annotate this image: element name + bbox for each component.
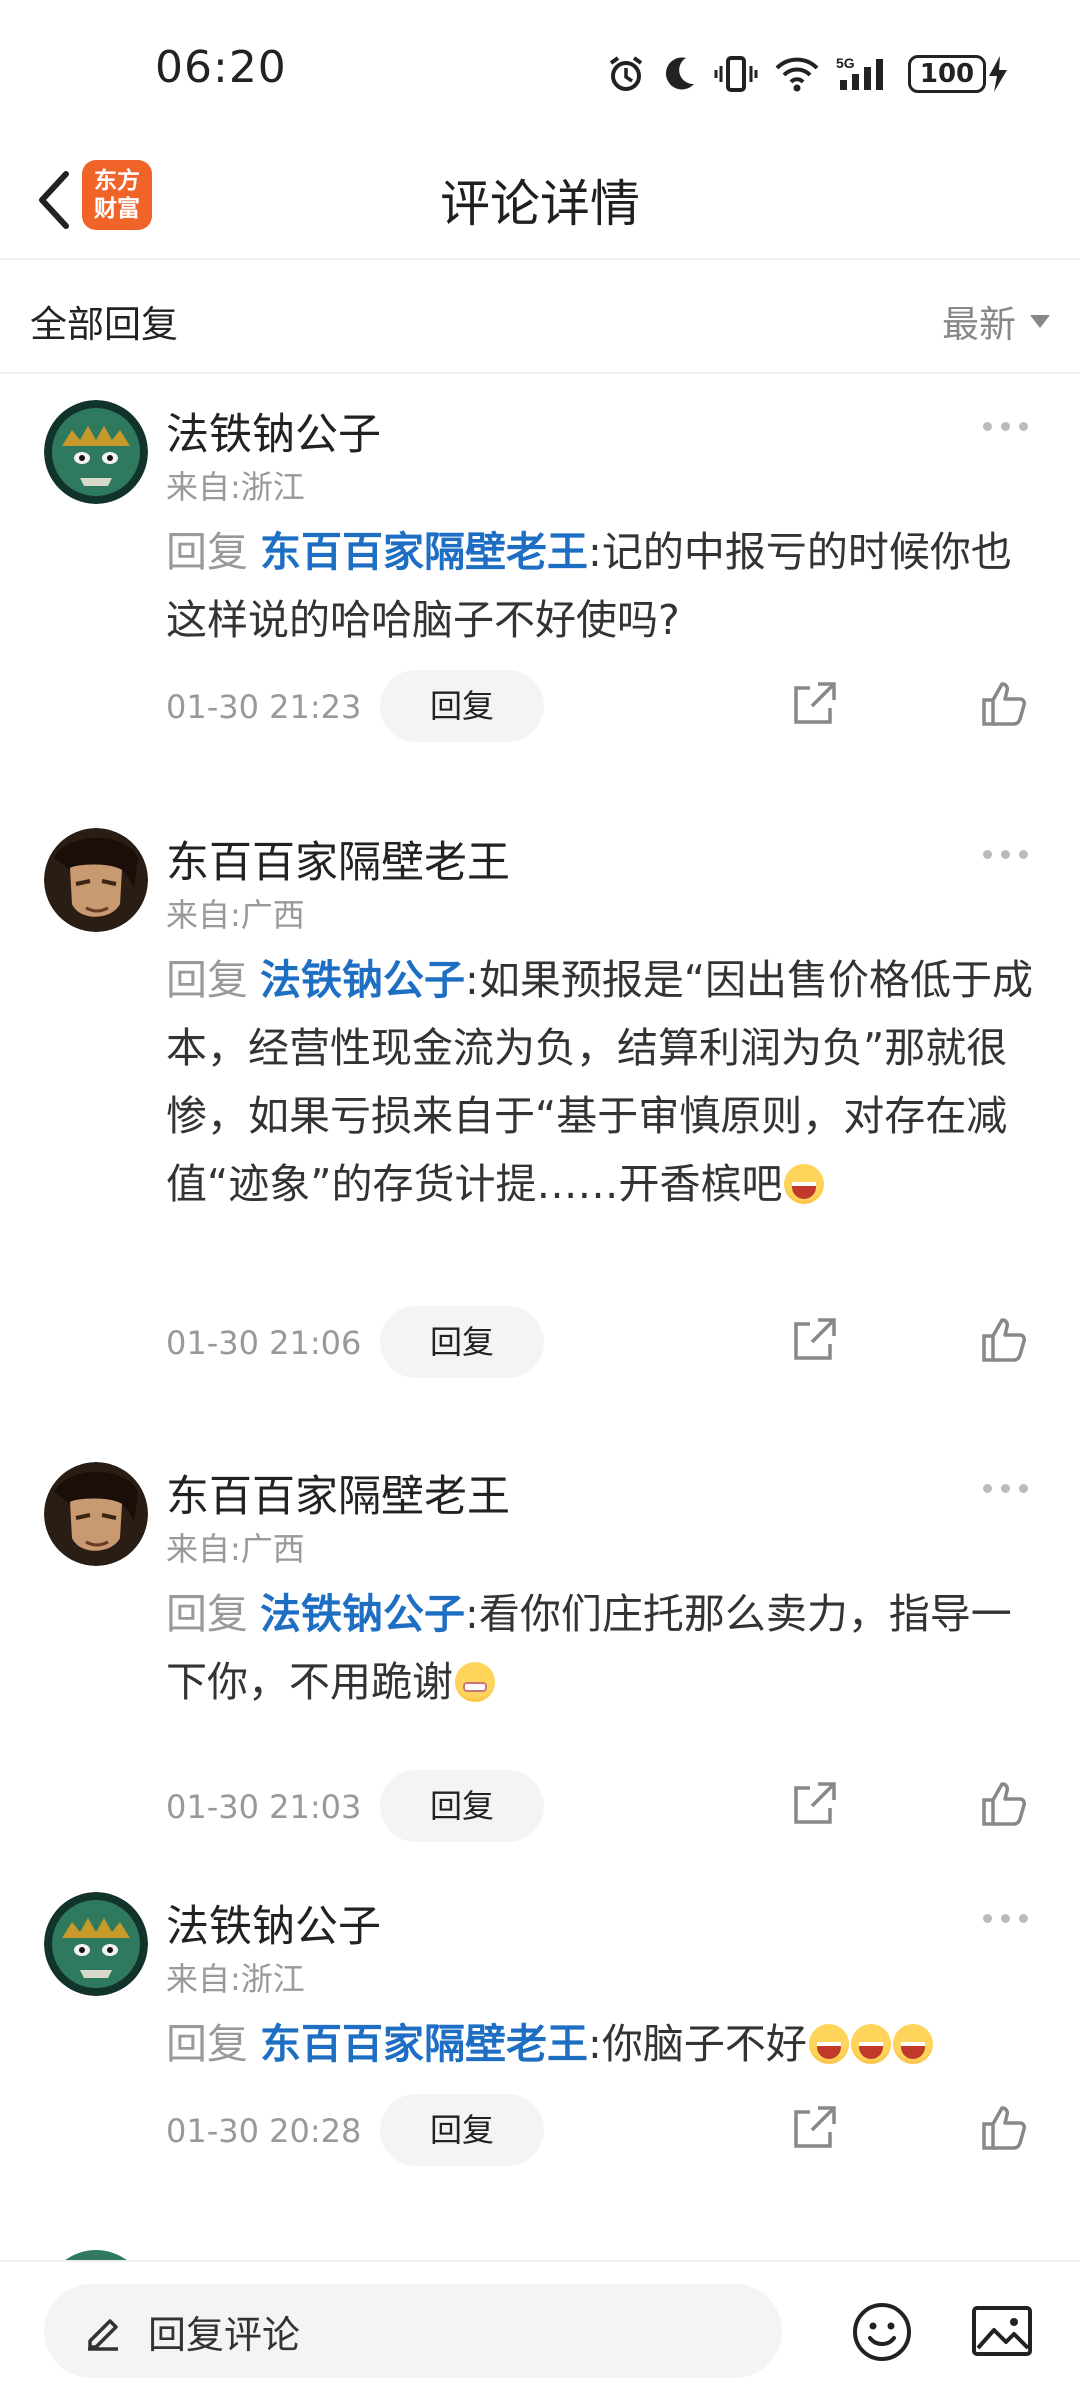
pencil-icon xyxy=(88,2319,118,2351)
reply-button[interactable]: 回复 xyxy=(380,2094,544,2166)
avatar[interactable] xyxy=(44,828,148,932)
reply-input-placeholder: 回复评论 xyxy=(148,2312,301,2357)
comment-text: 回复 东百百家隔壁老王:记的中报亏的时候你也这样说的哈哈脑子不好使吗? xyxy=(166,518,1046,654)
comment-meta: 01-30 20:28 回复 xyxy=(166,2094,1046,2166)
comment-location: 来自:广西 xyxy=(166,1530,305,1568)
laughing-emoji-icon xyxy=(892,2024,933,2064)
more-options-button[interactable] xyxy=(983,1484,1028,1493)
status-time: 06:20 xyxy=(155,42,287,93)
comment-content: :你脑子不好 xyxy=(588,2020,807,2068)
comment-author[interactable]: 东百百家隔壁老王 xyxy=(166,828,510,890)
reply-prefix: 回复 xyxy=(166,1590,248,1638)
comment-date: 01-30 20:28 xyxy=(166,2112,362,2150)
reply-prefix: 回复 xyxy=(166,528,248,576)
caret-down-icon xyxy=(1030,314,1050,328)
grinning-emoji-icon xyxy=(455,1662,495,1702)
share-icon[interactable] xyxy=(790,2104,838,2152)
avatar[interactable] xyxy=(44,1462,148,1566)
comment-meta: 01-30 21:03 回复 xyxy=(166,1770,1046,1842)
comment-location: 来自:广西 xyxy=(166,896,305,934)
reply-to-user[interactable]: 法铁钠公子 xyxy=(260,956,465,1004)
status-bar: 06:20 5G 100 xyxy=(0,0,1080,140)
image-button[interactable] xyxy=(970,2302,1034,2362)
thumbs-up-icon[interactable] xyxy=(980,1314,1030,1364)
comment-location: 来自:浙江 xyxy=(166,1960,305,1998)
comment-item: 法铁钠公子 来自:浙江 回复 东百百家隔壁老王:记的中报亏的时候你也这样说的哈哈脑… xyxy=(0,400,1080,760)
reply-to-user[interactable]: 法铁钠公子 xyxy=(260,1590,465,1638)
reply-prefix: 回复 xyxy=(166,956,248,1004)
thumbs-up-icon[interactable] xyxy=(980,678,1030,728)
reply-prefix: 回复 xyxy=(166,2020,248,2068)
reply-comment-input[interactable]: 回复评论 xyxy=(44,2284,782,2378)
comment-text: 回复 东百百家隔壁老王:你脑子不好 xyxy=(166,2010,1046,2078)
share-icon[interactable] xyxy=(790,1780,838,1828)
vibrate-icon xyxy=(714,56,758,92)
thumbs-up-icon[interactable] xyxy=(980,1778,1030,1828)
avatar[interactable] xyxy=(44,1892,148,1996)
comment-date: 01-30 21:03 xyxy=(166,1788,362,1826)
signal-5g-icon: 5G xyxy=(836,55,883,90)
share-icon[interactable] xyxy=(790,1316,838,1364)
filter-bar: 全部回复 最新 xyxy=(0,262,1080,374)
sort-dropdown[interactable]: 最新 xyxy=(942,294,1050,348)
battery-indicator: 100 xyxy=(908,54,1010,94)
title-bar: 东方 财富 评论详情 xyxy=(0,140,1080,260)
reply-button[interactable]: 回复 xyxy=(380,1770,544,1842)
comment-item: 法铁钠公子 来自:浙江 回复 东百百家隔壁老王:你脑子不好 01-30 20:28… xyxy=(0,1892,1080,2222)
comment-author[interactable]: 法铁钠公子 xyxy=(166,1892,381,1954)
comment-location: 来自:浙江 xyxy=(166,468,305,506)
comment-text: 回复 法铁钠公子:如果预报是“因出售价格低于成本，经营性现金流为负，结算利润为负”… xyxy=(166,946,1046,1218)
alarm-icon xyxy=(609,56,643,91)
more-options-button[interactable] xyxy=(983,850,1028,859)
comment-author[interactable]: 法铁钠公子 xyxy=(166,400,381,462)
comment-date: 01-30 21:23 xyxy=(166,688,362,726)
comment-date: 01-30 21:06 xyxy=(166,1324,362,1362)
reply-button[interactable]: 回复 xyxy=(380,670,544,742)
battery-level: 100 xyxy=(908,55,986,93)
charging-icon xyxy=(989,56,1007,92)
moon-icon xyxy=(665,57,694,90)
emoji-button[interactable] xyxy=(850,2300,914,2364)
page-title: 评论详情 xyxy=(440,175,640,233)
comment-meta: 01-30 21:06 回复 xyxy=(166,1306,1046,1378)
laughing-emoji-icon xyxy=(784,1164,825,1204)
all-replies-label: 全部回复 xyxy=(30,303,178,346)
laughing-emoji-icon xyxy=(808,2024,849,2064)
reply-button[interactable]: 回复 xyxy=(380,1306,544,1378)
comment-meta: 01-30 21:23 回复 xyxy=(166,670,1046,742)
sort-label: 最新 xyxy=(942,303,1016,346)
more-options-button[interactable] xyxy=(983,422,1028,431)
reply-to-user[interactable]: 东百百家隔壁老王 xyxy=(260,2020,588,2068)
status-icons: 5G 100 xyxy=(606,50,1010,98)
svg-text:5G: 5G xyxy=(836,55,855,71)
reply-to-user[interactable]: 东百百家隔壁老王 xyxy=(260,528,588,576)
bottom-bar: 回复评论 xyxy=(0,2260,1080,2400)
avatar[interactable] xyxy=(44,400,148,504)
comment-author[interactable]: 东百百家隔壁老王 xyxy=(166,1462,510,1524)
comment-item: 东百百家隔壁老王 来自:广西 回复 法铁钠公子:如果预报是“因出售价格低于成本，经… xyxy=(0,828,1080,1388)
thumbs-up-icon[interactable] xyxy=(980,2102,1030,2152)
share-icon[interactable] xyxy=(790,680,838,728)
wifi-icon xyxy=(775,57,819,92)
comment-text: 回复 法铁钠公子:看你们庄托那么卖力，指导一下你，不用跪谢 xyxy=(166,1580,1046,1716)
more-options-button[interactable] xyxy=(983,1914,1028,1923)
comment-item: 东百百家隔壁老王 来自:广西 回复 法铁钠公子:看你们庄托那么卖力，指导一下你，不… xyxy=(0,1462,1080,1842)
laughing-emoji-icon xyxy=(850,2024,891,2064)
